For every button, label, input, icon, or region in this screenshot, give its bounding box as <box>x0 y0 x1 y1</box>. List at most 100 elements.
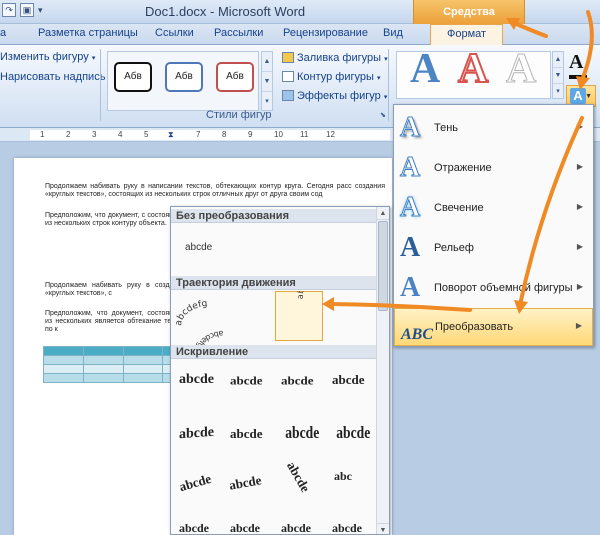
warp-option-wave2[interactable]: abcde <box>230 426 263 442</box>
paragraph[interactable]: Предположим, что документ, состоящего из… <box>45 310 185 334</box>
dialog-launcher-icon[interactable]: ⬊ <box>380 111 386 119</box>
tab-page-layout[interactable]: Разметка страницы <box>38 27 138 39</box>
paragraph[interactable]: Продолжаем набивать руку в написании тек… <box>45 183 385 199</box>
shape-effects-label: Эффекты фигур <box>297 90 381 102</box>
shape-style-blue[interactable]: Абв <box>165 62 203 92</box>
document-title: Doc1.docx - Microsoft Word <box>145 4 306 19</box>
chevron-down-icon: ▼ <box>585 93 592 100</box>
no-transform-option[interactable]: abcde <box>185 242 212 253</box>
ruler-tick: 3 <box>92 130 97 139</box>
scroll-down-icon[interactable]: ▼ <box>553 68 563 84</box>
text-effects-menu: A Тень ▶ A Отражение ▶ A Свечение ▶ A Ре… <box>393 104 594 347</box>
shape-outline-label: Контур фигуры <box>297 71 374 83</box>
warp-option-cascade[interactable]: abcde <box>228 472 263 493</box>
follow-path-button[interactable]: abcdefghijkl <box>296 291 339 299</box>
shape-style-black[interactable]: Абв <box>114 62 152 92</box>
wordart-style-gray[interactable]: A <box>505 47 536 92</box>
transform-icon: ABC <box>401 326 434 343</box>
tab-review[interactable]: Рецензирование <box>283 27 368 39</box>
wordart-style-red[interactable]: A <box>457 46 489 92</box>
scroll-up-icon[interactable]: ▲ <box>553 52 563 68</box>
paint-bucket-icon <box>282 52 294 63</box>
warp-option-circle[interactable]: abcde <box>332 372 365 388</box>
warp-header: Искривление <box>171 345 377 359</box>
wordart-style-blue[interactable]: A <box>410 47 440 91</box>
tab-mailings[interactable]: Рассылки <box>214 27 263 39</box>
menu-item-reflection[interactable]: A Отражение ▶ <box>394 150 593 188</box>
draw-text-box-button[interactable]: Нарисовать надпись <box>0 71 105 83</box>
menu-item-transform[interactable]: ABC Преобразовать ▶ <box>394 308 593 346</box>
glow-icon: A <box>399 192 421 224</box>
tab-format[interactable]: Формат <box>430 24 504 46</box>
shape-styles-scroll[interactable]: ▲ ▼ ▾ <box>261 51 273 111</box>
ruler-text-area <box>30 130 390 140</box>
warp-option-slant-up[interactable]: abcde <box>177 471 213 495</box>
warp-option-row5-4[interactable]: abcde <box>332 521 362 534</box>
menu-item-3d-rotation[interactable]: A Поворот объемной фигуры ▶ <box>394 270 593 308</box>
shape-fill-button[interactable]: Заливка фигуры ▾ <box>282 52 388 64</box>
ruler-tick: 12 <box>326 130 335 139</box>
ruler-tick: 8 <box>222 130 227 139</box>
scroll-down-icon[interactable]: ▼ <box>262 72 272 92</box>
ribbon-tab-row: а Разметка страницы Ссылки Рассылки Реце… <box>0 24 600 46</box>
redo-icon[interactable]: ↷ <box>2 3 16 17</box>
picture-icon[interactable]: ▣ <box>20 3 34 17</box>
menu-item-glow[interactable]: A Свечение ▶ <box>394 190 593 228</box>
tab-references[interactable]: Ссылки <box>155 27 194 39</box>
ruler-tick: 5 <box>144 130 149 139</box>
warp-option-deflate[interactable]: abcde <box>336 423 370 443</box>
paragraph[interactable]: Предположим, что документ, с состоящего … <box>45 212 185 228</box>
warp-option-row5-1[interactable]: abcde <box>179 521 209 534</box>
tab-insert[interactable]: а <box>0 27 6 39</box>
scroll-up-icon[interactable]: ▲ <box>377 207 389 220</box>
text-effects-icon: A <box>570 88 586 104</box>
menu-item-label: Поворот объемной фигуры <box>434 282 573 294</box>
text-fill-color-bar <box>569 75 587 79</box>
wordart-gallery-scroll[interactable]: ▲ ▼ ▾ <box>552 51 564 99</box>
menu-item-label: Отражение <box>434 162 492 174</box>
shape-effects-button[interactable]: Эффекты фигур ▾ <box>282 90 387 102</box>
edit-shape-button[interactable]: Изменить фигуру ▾ <box>0 51 95 63</box>
group-divider <box>100 49 101 121</box>
title-bar: ↷ ▣ ▾ Doc1.docx - Microsoft Word Средств… <box>0 0 600 42</box>
tab-view[interactable]: Вид <box>383 27 403 39</box>
scroll-up-icon[interactable]: ▲ <box>262 52 272 72</box>
warp-option-row5-2[interactable]: abcde <box>230 521 260 534</box>
text-fill-icon[interactable]: A <box>569 51 583 74</box>
follow-path-samples-2: abcdefghijkl abcdefghijkl <box>193 291 339 347</box>
edit-shape-label: Изменить фигуру <box>0 51 89 63</box>
chevron-down-icon: ▾ <box>376 75 381 82</box>
3d-rotation-icon: A <box>400 272 421 303</box>
path-text: abcdefghijkl <box>296 291 339 299</box>
warp-option-plain[interactable]: abcde <box>179 372 214 388</box>
paragraph[interactable]: Продолжаем набивать руку в создания «кру… <box>45 282 185 298</box>
warp-option-pour[interactable]: abc <box>334 469 352 484</box>
warp-option-row5-3[interactable]: abcde <box>281 521 311 534</box>
submenu-arrow-icon: ▶ <box>576 122 583 131</box>
indent-marker-icon[interactable]: ⧗ <box>168 130 174 140</box>
warp-option-arch-up[interactable]: abcde <box>230 374 263 388</box>
scroll-down-icon[interactable]: ▼ <box>377 523 389 534</box>
menu-item-shadow[interactable]: A Тень ▶ <box>394 110 593 148</box>
chevron-down-icon: ▾ <box>91 55 96 62</box>
menu-item-bevel[interactable]: A Рельеф ▶ <box>394 230 593 268</box>
warp-option-arch-down[interactable]: abcde <box>281 374 314 388</box>
quick-access-toolbar: ↷ ▣ ▾ <box>2 3 43 17</box>
drawing-tools-context-tab: Средства рисования <box>413 0 525 42</box>
shape-style-red[interactable]: Абв <box>216 62 254 92</box>
bevel-icon: A <box>400 232 421 263</box>
warp-option-inflate[interactable]: abcde <box>285 423 319 443</box>
gallery-scrollbar[interactable]: ▲ ▼ <box>376 207 389 534</box>
warp-option-wave1[interactable]: abcde <box>179 425 214 443</box>
transform-gallery: Без преобразования abcde Траектория движ… <box>170 206 390 535</box>
menu-item-label: Тень <box>434 122 459 134</box>
scroll-thumb[interactable] <box>378 221 388 311</box>
gallery-more-icon[interactable]: ▾ <box>553 84 563 100</box>
submenu-arrow-icon: ▶ <box>576 242 583 251</box>
no-transform-header: Без преобразования <box>171 209 377 223</box>
shape-outline-button[interactable]: Контур фигуры ▾ <box>282 71 381 83</box>
qat-dropdown-icon[interactable]: ▾ <box>38 5 43 16</box>
ruler-tick: 11 <box>300 130 309 139</box>
ruler-tick: 10 <box>274 130 283 139</box>
warp-option-button[interactable]: abcde <box>283 459 313 495</box>
